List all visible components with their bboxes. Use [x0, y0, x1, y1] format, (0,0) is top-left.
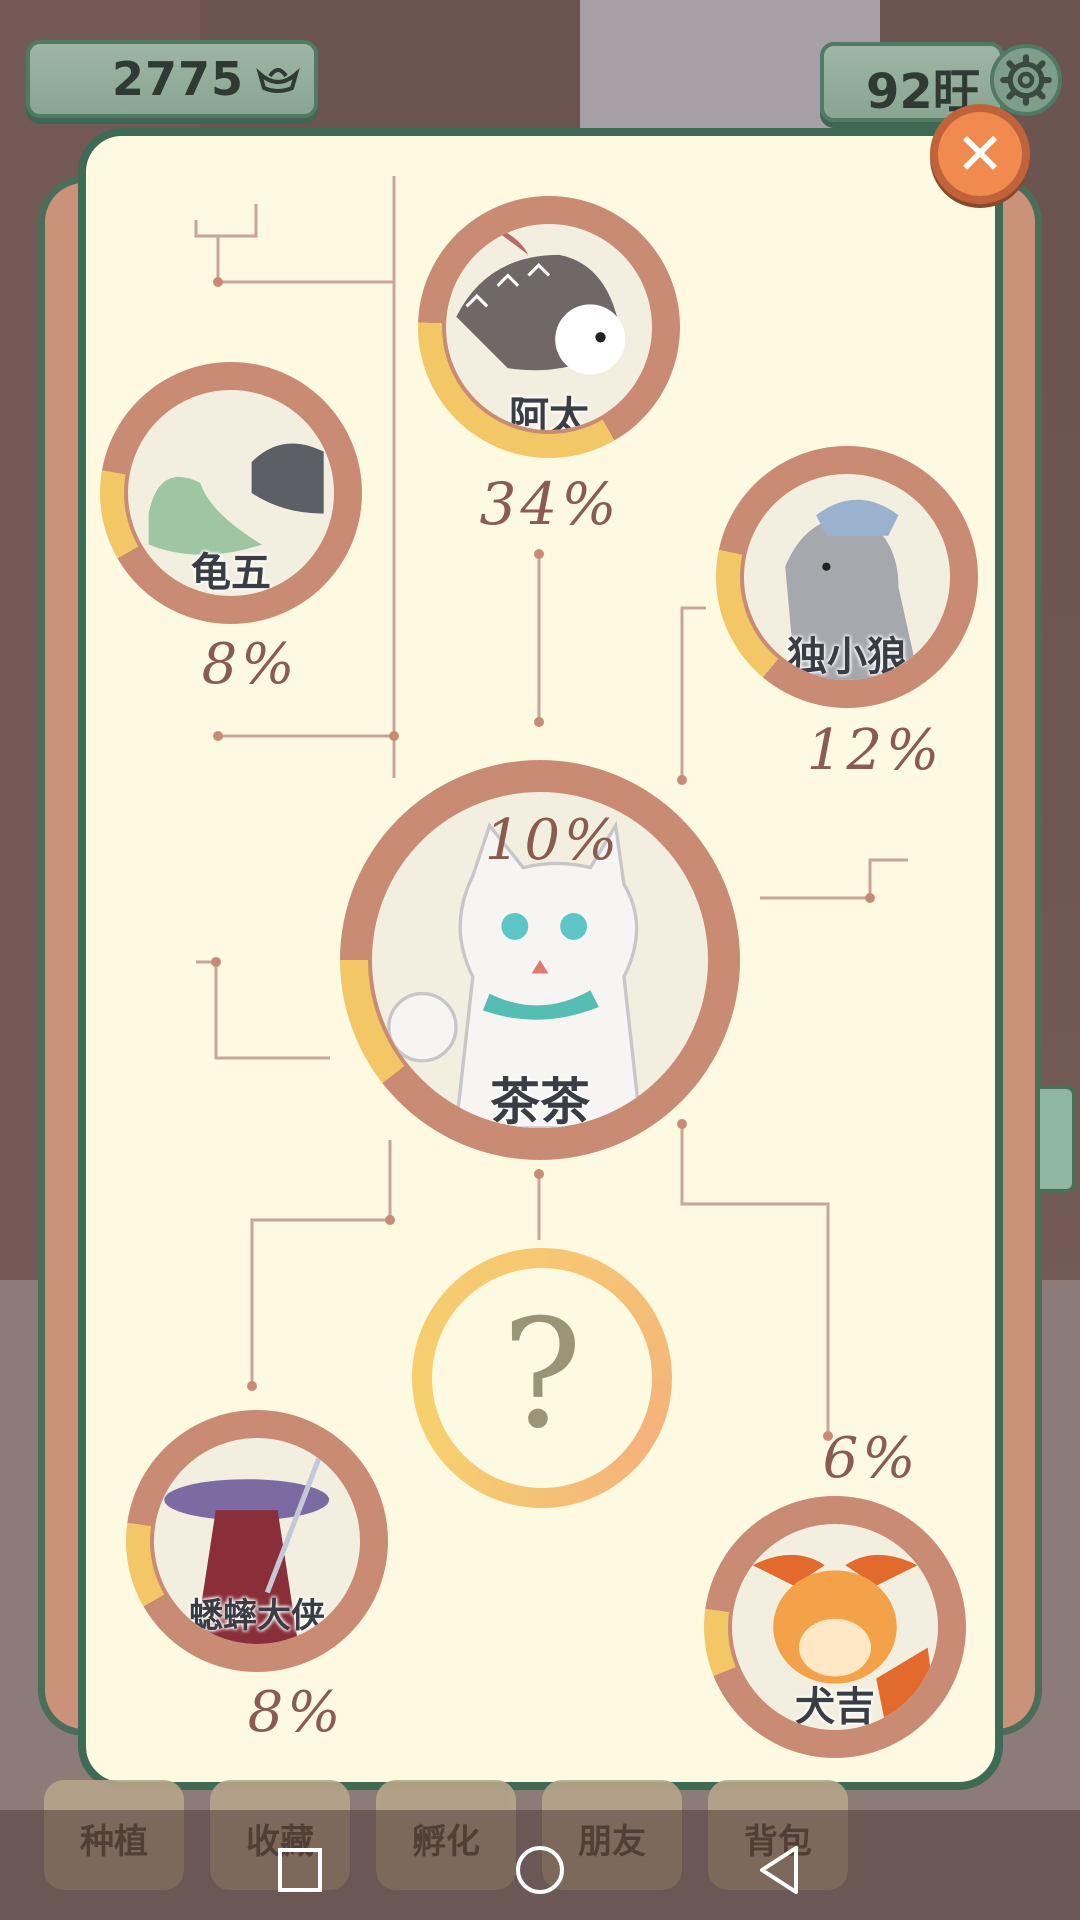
character-node-duxiaolang[interactable]: 独小狼 — [716, 446, 978, 708]
character-name: 蟋蟀大侠 — [189, 1596, 325, 1636]
circle-icon[interactable] — [510, 1840, 570, 1900]
mystery-character-node[interactable]: ? — [412, 1248, 672, 1508]
character-percent: 10% — [484, 808, 622, 873]
square-icon[interactable] — [270, 1840, 330, 1900]
gear-icon — [1000, 54, 1052, 106]
character-percent: 8% — [201, 632, 299, 697]
coin-counter: 2775 — [26, 40, 318, 118]
character-percent: 12% — [806, 718, 944, 783]
character-name: 独小狼 — [787, 634, 907, 680]
character-node-quanji[interactable]: 犬吉 — [704, 1496, 966, 1758]
close-icon: ✕ — [955, 120, 1005, 188]
back-triangle-icon[interactable] — [750, 1840, 810, 1900]
character-percent: 8% — [247, 1680, 345, 1745]
character-name: 龟五 — [191, 550, 271, 596]
character-percent: 34% — [479, 470, 621, 538]
side-tab[interactable] — [1040, 1085, 1076, 1193]
character-node-guiwu[interactable]: 龟五 — [100, 362, 362, 624]
question-mark: ? — [501, 1288, 583, 1462]
character-node-xishuaidaxia[interactable]: 蟋蟀大侠 — [126, 1410, 388, 1672]
ingot-icon — [256, 67, 300, 93]
character-percent: 6% — [822, 1426, 920, 1491]
coin-value: 2775 — [111, 52, 244, 106]
character-node-atai[interactable]: 阿太 — [418, 196, 680, 458]
settings-button[interactable] — [990, 44, 1062, 116]
character-name: 犬吉 — [795, 1684, 875, 1730]
character-name: 阿太 — [509, 394, 589, 434]
character-name: 茶茶 — [490, 1073, 590, 1131]
close-button[interactable]: ✕ — [930, 104, 1030, 204]
